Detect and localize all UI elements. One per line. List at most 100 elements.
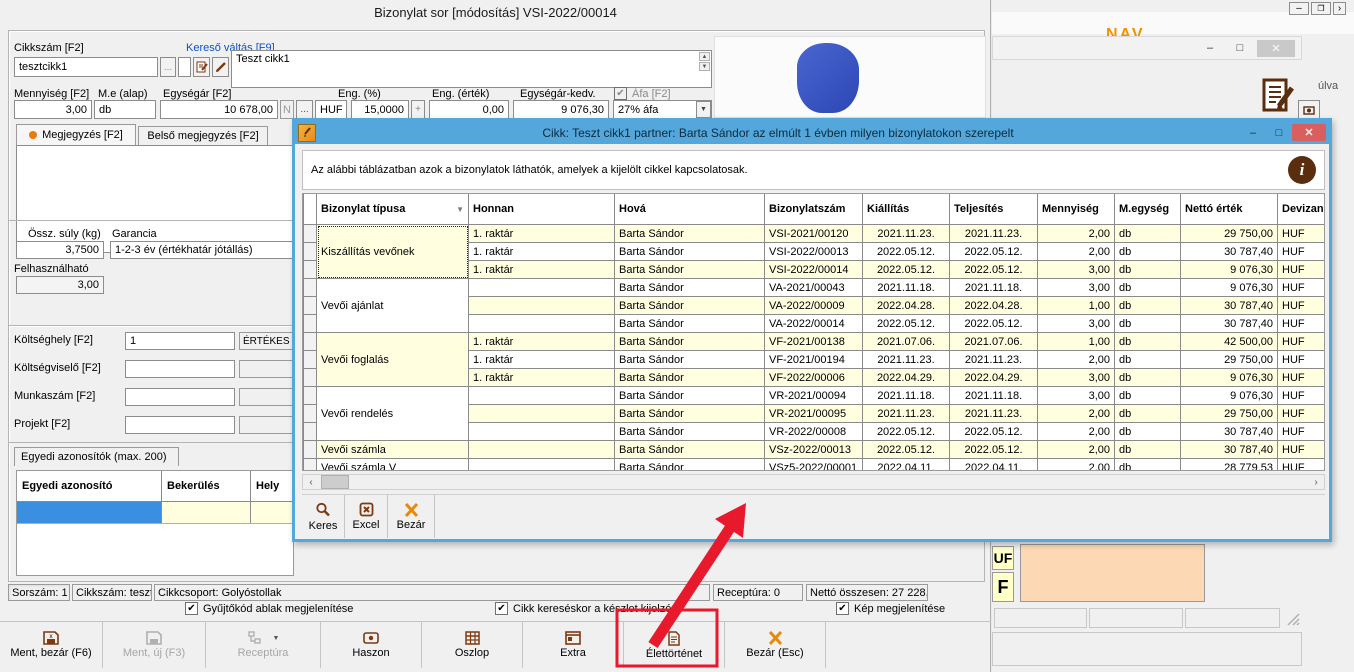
cell-honnan[interactable]: 1. raktár: [469, 333, 615, 351]
cell-dev[interactable]: HUF: [1278, 405, 1326, 423]
edit-document-icon[interactable]: [1262, 78, 1294, 112]
cell-telj[interactable]: 2022.05.12.: [950, 243, 1038, 261]
egyedi-cell-bekerules[interactable]: [162, 502, 251, 523]
table-row[interactable]: Vevői ajánlatBarta SándorVA-2021/0004320…: [304, 279, 1326, 297]
row-selector[interactable]: [304, 333, 317, 351]
column-header-10[interactable]: Devizanem: [1278, 194, 1326, 225]
cell-kiall[interactable]: 2022.05.12.: [863, 243, 950, 261]
egyedi-cell-selected[interactable]: [17, 502, 162, 523]
column-header-8[interactable]: M.egység: [1115, 194, 1181, 225]
bgwin-close-icon[interactable]: ✕: [1257, 40, 1295, 57]
cell-szam[interactable]: VSz5-2022/00001: [765, 459, 863, 472]
cell-dev[interactable]: HUF: [1278, 423, 1326, 441]
cell-honnan[interactable]: 1. raktár: [469, 243, 615, 261]
cell-dev[interactable]: HUF: [1278, 459, 1326, 472]
cell-telj[interactable]: 2022.05.12.: [950, 441, 1038, 459]
cell-kiall[interactable]: 2021.11.23.: [863, 225, 950, 243]
cell-hova[interactable]: Barta Sándor: [615, 351, 765, 369]
row-selector[interactable]: [304, 441, 317, 459]
cell-me[interactable]: db: [1115, 405, 1181, 423]
row-selector[interactable]: [304, 423, 317, 441]
cell-me[interactable]: db: [1115, 243, 1181, 261]
cell-hova[interactable]: Barta Sándor: [615, 369, 765, 387]
cell-menny[interactable]: 2,00: [1038, 405, 1115, 423]
cell-telj[interactable]: 2022.04.11.: [950, 459, 1038, 472]
cell-hova[interactable]: Barta Sándor: [615, 405, 765, 423]
cell-szam[interactable]: VSI-2022/00013: [765, 243, 863, 261]
gyujtokod-checkbox[interactable]: ✔ Gyűjtőkód ablak megjelenítése: [185, 602, 353, 615]
cell-me[interactable]: db: [1115, 279, 1181, 297]
cell-hova[interactable]: Barta Sándor: [615, 243, 765, 261]
app-minimize-icon[interactable]: –: [1289, 2, 1309, 15]
cell-kiall[interactable]: 2021.11.18.: [863, 387, 950, 405]
cell-me[interactable]: db: [1115, 261, 1181, 279]
cell-dev[interactable]: HUF: [1278, 297, 1326, 315]
column-header-9[interactable]: Nettó érték: [1181, 194, 1278, 225]
info-icon[interactable]: i: [1288, 156, 1316, 184]
cell-kiall[interactable]: 2021.11.18.: [863, 279, 950, 297]
cell-honnan[interactable]: [469, 315, 615, 333]
cell-szam[interactable]: VR-2022/00008: [765, 423, 863, 441]
cell-hova[interactable]: Barta Sándor: [615, 387, 765, 405]
dialog-minimize-icon[interactable]: –: [1240, 124, 1266, 141]
cell-menny[interactable]: 2,00: [1038, 459, 1115, 472]
row-selector[interactable]: [304, 297, 317, 315]
bgwin-maximize-icon[interactable]: □: [1227, 40, 1253, 57]
cell-telj[interactable]: 2021.11.18.: [950, 279, 1038, 297]
cell-szam[interactable]: VA-2022/00014: [765, 315, 863, 333]
cell-honnan[interactable]: 1. raktár: [469, 225, 615, 243]
cell-telj[interactable]: 2022.04.28.: [950, 297, 1038, 315]
ment-bezar-button[interactable]: x Ment, bezár (F6): [0, 622, 103, 668]
cell-telj[interactable]: 2021.07.06.: [950, 333, 1038, 351]
cell-szam[interactable]: VSz-2022/00013: [765, 441, 863, 459]
haszon-button[interactable]: Haszon: [321, 622, 422, 668]
scroll-left-icon[interactable]: ‹: [303, 475, 319, 489]
egyedi-col-hely[interactable]: Hely: [251, 471, 293, 501]
app-restore-icon[interactable]: ❐: [1311, 2, 1331, 15]
cell-telj[interactable]: 2022.05.12.: [950, 261, 1038, 279]
cell-dev[interactable]: HUF: [1278, 315, 1326, 333]
plus-button[interactable]: +: [411, 100, 425, 119]
cell-telj[interactable]: 2022.04.29.: [950, 369, 1038, 387]
me-alap-input[interactable]: db: [94, 100, 156, 119]
ment-uj-button[interactable]: Ment, új (F3): [103, 622, 206, 668]
table-row[interactable]: Vevői rendelésBarta SándorVR-2021/000942…: [304, 387, 1326, 405]
cell-netto[interactable]: 28 779,53: [1181, 459, 1278, 472]
receptura-button[interactable]: ▼ Receptúra: [206, 622, 321, 668]
eng-ertek-input[interactable]: 0,00: [429, 100, 509, 119]
tab-belso-megjegyzes[interactable]: Belső megjegyzés [F2]: [138, 126, 268, 145]
cell-szam[interactable]: VR-2021/00095: [765, 405, 863, 423]
cell-menny[interactable]: 3,00: [1038, 369, 1115, 387]
ossz-suly-input[interactable]: 3,7500: [16, 241, 104, 259]
table-row[interactable]: Vevői számla VBarta SándorVSz5-2022/0000…: [304, 459, 1326, 472]
cell-kiall[interactable]: 2021.11.23.: [863, 351, 950, 369]
doc-type-group-cell[interactable]: Vevői ajánlat: [317, 279, 469, 333]
cell-honnan[interactable]: [469, 297, 615, 315]
row-selector[interactable]: [304, 369, 317, 387]
cell-telj[interactable]: 2021.11.18.: [950, 387, 1038, 405]
cell-telj[interactable]: 2021.11.23.: [950, 405, 1038, 423]
scrollbar-thumb[interactable]: [321, 475, 349, 489]
column-header-3[interactable]: Hová: [615, 194, 765, 225]
cell-telj[interactable]: 2022.05.12.: [950, 315, 1038, 333]
cell-hova[interactable]: Barta Sándor: [615, 315, 765, 333]
doc-type-group-cell[interactable]: Vevői számla: [317, 441, 469, 459]
cell-menny[interactable]: 2,00: [1038, 351, 1115, 369]
cell-dev[interactable]: HUF: [1278, 441, 1326, 459]
bezar-esc-button[interactable]: Bezár (Esc): [725, 622, 826, 668]
row-selector[interactable]: [304, 279, 317, 297]
bgwin-minimize-icon[interactable]: –: [1197, 40, 1223, 57]
cell-hova[interactable]: Barta Sándor: [615, 225, 765, 243]
cell-telj[interactable]: 2021.11.23.: [950, 225, 1038, 243]
projekt-input[interactable]: [125, 416, 235, 434]
column-header-2[interactable]: Honnan: [469, 194, 615, 225]
cell-netto[interactable]: 30 787,40: [1181, 423, 1278, 441]
cell-me[interactable]: db: [1115, 333, 1181, 351]
cell-menny[interactable]: 1,00: [1038, 333, 1115, 351]
oszlop-button[interactable]: Oszlop: [422, 622, 523, 668]
scroll-right-icon[interactable]: ›: [1308, 475, 1324, 489]
cell-me[interactable]: db: [1115, 387, 1181, 405]
cell-me[interactable]: db: [1115, 441, 1181, 459]
cell-menny[interactable]: 2,00: [1038, 423, 1115, 441]
price-lookup-button[interactable]: ...: [296, 100, 313, 119]
